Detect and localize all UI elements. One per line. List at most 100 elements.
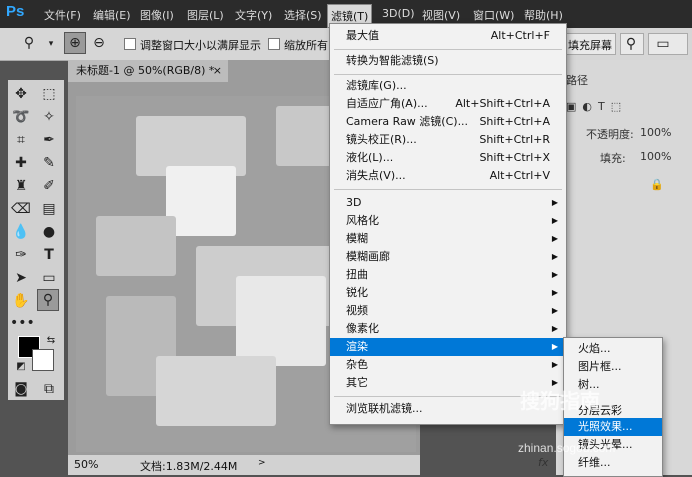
healing-brush-icon[interactable]: ✚ xyxy=(10,152,32,174)
watermark-url: zhinan.sogou.com xyxy=(518,441,616,455)
menu-help[interactable]: 帮助(H) xyxy=(524,7,563,23)
submenu-arrow-icon: ▶ xyxy=(551,306,558,315)
menu-edit[interactable]: 编辑(E) xyxy=(93,7,131,23)
zoom-in-icon[interactable]: ⊕ xyxy=(64,32,86,54)
hand-tool-icon[interactable]: ✋ xyxy=(10,290,32,312)
fx-icon[interactable]: fx xyxy=(538,456,548,469)
submenu-arrow-icon: ▶ xyxy=(551,198,558,207)
menu-item-pixelate[interactable]: 像素化 ▶ xyxy=(330,320,566,338)
menu-item-camera-raw[interactable]: Camera Raw 滤镜(C)... Shift+Ctrl+A xyxy=(330,113,566,131)
checkbox-icon xyxy=(268,38,280,50)
opacity-value[interactable]: 100% xyxy=(640,126,671,139)
clone-stamp-icon[interactable]: ♜ xyxy=(10,175,32,197)
crop-tool-icon[interactable]: ⌗ xyxy=(10,129,32,151)
gradient-tool-icon[interactable]: ▤ xyxy=(38,198,60,220)
blur-tool-icon[interactable]: 💧 xyxy=(10,221,32,243)
zoom-all-checkbox[interactable]: 缩放所有 xyxy=(268,37,328,53)
eraser-tool-icon[interactable]: ⌫ xyxy=(10,198,32,220)
submenu-arrow-icon: ▶ xyxy=(551,288,558,297)
canvas-shape xyxy=(156,356,276,426)
canvas-shape xyxy=(166,166,236,236)
background-color-swatch[interactable] xyxy=(32,349,54,371)
menu-select[interactable]: 选择(S) xyxy=(284,7,322,23)
quick-select-tool-icon[interactable]: ✧ xyxy=(38,106,60,128)
document-tab[interactable]: 未标题-1 @ 50%(RGB/8) * × xyxy=(68,60,228,82)
pen-tool-icon[interactable]: ✑ xyxy=(10,244,32,266)
screen-mode-icon[interactable]: ⧉ xyxy=(38,378,60,400)
more-tools-icon[interactable]: ••• xyxy=(10,312,35,334)
close-icon[interactable]: × xyxy=(213,60,222,82)
canvas-shape xyxy=(96,216,176,276)
rectangle-tool-icon[interactable]: ▭ xyxy=(38,267,60,289)
menu-item-video[interactable]: 视频 ▶ xyxy=(330,302,566,320)
menu-item-sharpen[interactable]: 锐化 ▶ xyxy=(330,284,566,302)
zoom-out-icon[interactable]: ⊖ xyxy=(88,32,110,54)
menu-item-blur-gallery[interactable]: 模糊画廊 ▶ xyxy=(330,248,566,266)
menu-item-smart-filter[interactable]: 转换为智能滤镜(S) xyxy=(330,52,566,70)
dodge-tool-icon[interactable]: ● xyxy=(38,221,60,243)
document-size: 文档:1.83M/2.44M xyxy=(140,460,238,473)
submenu-item-fibers[interactable]: 纤维... xyxy=(564,454,662,472)
menu-window[interactable]: 窗口(W) xyxy=(473,7,514,23)
menu-item-distort[interactable]: 扭曲 ▶ xyxy=(330,266,566,284)
type-tool-icon[interactable]: T xyxy=(38,244,60,266)
photoshop-logo: Ps xyxy=(6,3,25,20)
move-tool-icon[interactable]: ✥ xyxy=(10,83,32,105)
submenu-arrow-icon: ▶ xyxy=(551,360,558,369)
lock-icon: 🔒 xyxy=(650,178,664,191)
canvas-shape xyxy=(236,276,326,366)
default-colors-icon[interactable]: ◩ xyxy=(10,356,32,378)
menu-3d[interactable]: 3D(D) xyxy=(382,7,415,20)
chevron-down-icon[interactable]: ▾ xyxy=(40,33,62,55)
submenu-arrow-icon: ▶ xyxy=(551,216,558,225)
path-select-icon[interactable]: ➤ xyxy=(10,267,32,289)
paths-tab[interactable]: 路径 xyxy=(566,72,588,88)
menu-layer[interactable]: 图层(L) xyxy=(187,7,224,23)
brush-tool-icon[interactable]: ✎ xyxy=(38,152,60,174)
history-brush-icon[interactable]: ✐ xyxy=(38,175,60,197)
submenu-arrow-icon: ▶ xyxy=(551,324,558,333)
menu-item-last-filter[interactable]: 最大值 Alt+Ctrl+F xyxy=(330,27,566,45)
checkbox-icon xyxy=(124,38,136,50)
submenu-item-picture-frame[interactable]: 图片框... xyxy=(564,358,662,376)
submenu-arrow-icon: ▶ xyxy=(551,342,558,351)
eyedropper-tool-icon[interactable]: ✒ xyxy=(38,129,60,151)
menu-item-blur[interactable]: 模糊 ▶ xyxy=(330,230,566,248)
document-title: 未标题-1 @ 50%(RGB/8) * xyxy=(76,64,215,77)
fill-label: 填充: xyxy=(600,152,626,165)
submenu-item-lighting-effects[interactable]: 光照效果... xyxy=(564,418,662,436)
menu-item-filter-gallery[interactable]: 滤镜库(G)... xyxy=(330,77,566,95)
zoom-level[interactable]: 50% xyxy=(74,458,98,471)
chevron-right-icon[interactable]: > xyxy=(258,458,266,468)
workspace-icon: ▭ xyxy=(656,36,670,52)
swap-colors-icon[interactable]: ⇆ xyxy=(40,330,62,352)
menu-item-render[interactable]: 渲染 ▶ xyxy=(330,338,566,356)
filter-menu: 最大值 Alt+Ctrl+F 转换为智能滤镜(S) 滤镜库(G)... 自适应广角… xyxy=(329,23,567,425)
menu-item-stylize[interactable]: 风格化 ▶ xyxy=(330,212,566,230)
menu-file[interactable]: 文件(F) xyxy=(44,7,81,23)
menu-item-noise[interactable]: 杂色 ▶ xyxy=(330,356,566,374)
menu-item-3d[interactable]: 3D ▶ xyxy=(330,194,566,212)
fill-value[interactable]: 100% xyxy=(640,150,671,163)
submenu-arrow-icon: ▶ xyxy=(551,270,558,279)
canvas-shape xyxy=(276,106,336,166)
menu-item-adaptive-wide-angle[interactable]: 自适应广角(A)... Alt+Shift+Ctrl+A xyxy=(330,95,566,113)
watermark-logo: 搜狗指南 xyxy=(520,391,600,413)
marquee-tool-icon[interactable]: ⬚ xyxy=(38,83,60,105)
menu-view[interactable]: 视图(V) xyxy=(422,7,460,23)
menu-item-liquify[interactable]: 液化(L)... Shift+Ctrl+X xyxy=(330,149,566,167)
zoom-tool-preset-icon[interactable]: ⚲ xyxy=(18,32,40,54)
menu-image[interactable]: 图像(I) xyxy=(140,7,174,23)
lasso-tool-icon[interactable]: ➰ xyxy=(10,106,32,128)
fill-screen-button[interactable]: 填充屏幕 xyxy=(568,37,612,53)
submenu-arrow-icon: ▶ xyxy=(551,252,558,261)
quick-mask-icon[interactable]: ◙ xyxy=(10,378,32,400)
menu-item-vanishing-point[interactable]: 消失点(V)... Alt+Ctrl+V xyxy=(330,167,566,185)
submenu-item-flame[interactable]: 火焰... xyxy=(564,340,662,358)
zoom-tool-icon[interactable]: ⚲ xyxy=(37,289,59,311)
layer-filter-icons[interactable]: ▣◐T⬚ xyxy=(566,100,627,113)
menu-type[interactable]: 文字(Y) xyxy=(235,7,272,23)
resize-windows-checkbox[interactable]: 调整窗口大小以满屏显示 xyxy=(124,37,261,53)
submenu-arrow-icon: ▶ xyxy=(551,234,558,243)
menu-item-lens-correction[interactable]: 镜头校正(R)... Shift+Ctrl+R xyxy=(330,131,566,149)
